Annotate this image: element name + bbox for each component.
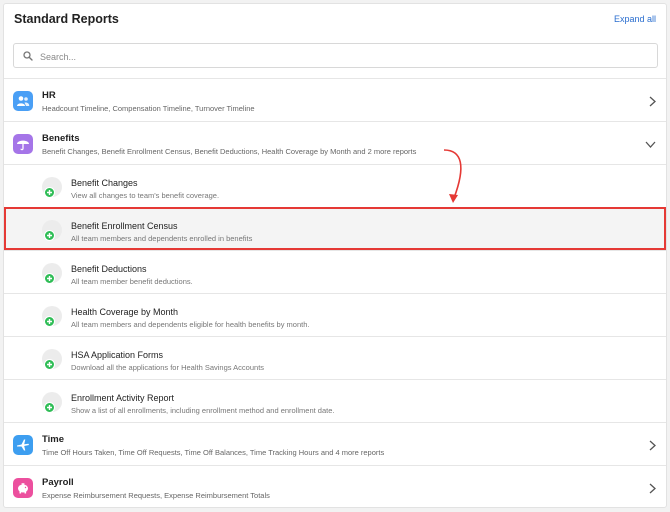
report-row[interactable]: HSA Application Forms Download all the a… xyxy=(4,336,666,379)
report-description: All team member benefit deductions. xyxy=(71,277,193,286)
search-box[interactable] xyxy=(13,43,658,68)
report-description: All team members and dependents enrolled… xyxy=(71,234,253,243)
chevron-right-icon xyxy=(649,96,656,107)
airplane-icon xyxy=(13,435,33,455)
add-icon xyxy=(44,316,55,327)
category-title: Payroll xyxy=(42,477,74,488)
report-description: Download all the applications for Health… xyxy=(71,363,265,372)
category-title: HR xyxy=(42,90,56,101)
report-row[interactable]: Benefit Changes View all changes to team… xyxy=(4,164,666,207)
report-row[interactable]: Benefit Deductions All team member benef… xyxy=(4,250,666,293)
report-icon xyxy=(42,263,62,284)
chevron-right-icon xyxy=(649,483,656,494)
chevron-down-icon xyxy=(645,141,656,148)
report-title: Benefit Enrollment Census xyxy=(71,221,178,231)
report-row[interactable]: Health Coverage by Month All team member… xyxy=(4,293,666,336)
category-subtitle: Headcount Timeline, Compensation Timelin… xyxy=(42,104,255,113)
chevron-right-icon xyxy=(649,440,656,451)
report-icon xyxy=(42,349,62,370)
add-icon xyxy=(44,273,55,284)
people-icon xyxy=(13,91,33,111)
category-subtitle: Expense Reimbursement Requests, Expense … xyxy=(42,491,270,500)
standard-reports-panel: Standard Reports Expand all HR Headcount… xyxy=(3,3,667,508)
annotation-arrow xyxy=(443,149,462,203)
page-title: Standard Reports xyxy=(14,12,119,26)
report-title: Enrollment Activity Report xyxy=(71,393,175,403)
category-hr[interactable]: HR Headcount Timeline, Compensation Time… xyxy=(4,78,666,121)
add-icon xyxy=(44,402,55,413)
panel-header: Standard Reports Expand all xyxy=(4,4,666,34)
report-description: View all changes to team's benefit cover… xyxy=(71,191,220,200)
category-subtitle: Time Off Hours Taken, Time Off Requests,… xyxy=(42,448,385,457)
report-icon xyxy=(42,220,62,241)
report-title: HSA Application Forms xyxy=(71,350,164,360)
report-icon xyxy=(42,177,62,198)
report-row-highlighted[interactable]: Benefit Enrollment Census All team membe… xyxy=(4,207,666,250)
report-title: Health Coverage by Month xyxy=(71,307,179,317)
report-title: Benefit Changes xyxy=(71,178,138,188)
report-icon xyxy=(42,392,62,413)
category-payroll[interactable]: Payroll Expense Reimbursement Requests, … xyxy=(4,465,666,507)
search-icon xyxy=(23,51,33,61)
category-time[interactable]: Time Time Off Hours Taken, Time Off Requ… xyxy=(4,422,666,465)
report-title: Benefit Deductions xyxy=(71,264,147,274)
category-title: Time xyxy=(42,434,65,445)
report-icon xyxy=(42,306,62,327)
category-title: Benefits xyxy=(42,133,80,144)
piggy-bank-icon xyxy=(13,478,33,498)
add-icon xyxy=(44,230,55,241)
search-input[interactable] xyxy=(38,46,642,67)
report-description: All team members and dependents eligible… xyxy=(71,320,310,329)
add-icon xyxy=(44,359,55,370)
expand-all-link[interactable]: Expand all xyxy=(614,14,656,24)
category-benefits[interactable]: Benefits Benefit Changes, Benefit Enroll… xyxy=(4,121,666,164)
umbrella-icon xyxy=(13,134,33,154)
add-icon xyxy=(44,187,55,198)
category-subtitle: Benefit Changes, Benefit Enrollment Cens… xyxy=(42,147,417,156)
report-description: Show a list of all enrollments, includin… xyxy=(71,406,335,415)
report-row[interactable]: Enrollment Activity Report Show a list o… xyxy=(4,379,666,422)
